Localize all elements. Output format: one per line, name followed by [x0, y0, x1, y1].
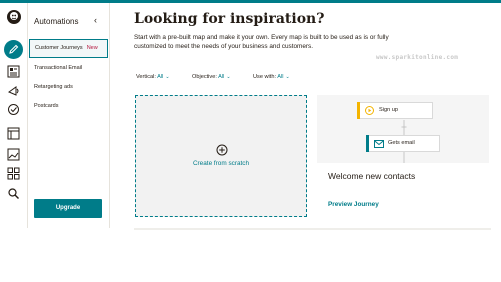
- node-label: Gets email: [388, 140, 415, 146]
- filter-label: Use with:: [253, 74, 277, 80]
- vertical-filter[interactable]: Vertical: All ⌄: [136, 74, 170, 80]
- subnav-title: Automations: [34, 17, 79, 26]
- subnav-item-transactional-email[interactable]: Transactional Email: [28, 59, 109, 78]
- campaigns-icon[interactable]: [7, 84, 20, 97]
- play-icon: [365, 106, 374, 115]
- search-icon[interactable]: [7, 187, 20, 200]
- freddie-logo-icon[interactable]: [6, 9, 22, 25]
- plus-circle-icon: [216, 144, 228, 156]
- template-card-body: Welcome new contacts Preview Journey: [317, 163, 489, 217]
- filter-value: All: [218, 74, 225, 80]
- create-from-scratch-label: Create from scratch: [192, 160, 250, 167]
- icon-rail: [0, 3, 28, 228]
- upgrade-button[interactable]: Upgrade: [34, 199, 102, 218]
- filter-label: Vertical:: [136, 74, 156, 80]
- subnav-item-label: Retargeting ads: [34, 84, 73, 90]
- page-description: Start with a pre-built map and make it y…: [134, 34, 389, 50]
- node-label: Sign up: [379, 107, 398, 113]
- content-divider: [134, 228, 491, 230]
- content-icon[interactable]: [7, 148, 20, 161]
- subnav-item-postcards[interactable]: Postcards: [28, 97, 109, 116]
- objective-filter[interactable]: Objective: All ⌄: [192, 74, 231, 80]
- journey-node-gets-email: Gets email: [366, 135, 440, 152]
- journey-preview: Sign up Gets email: [317, 95, 489, 163]
- chevron-down-icon: ⌄: [165, 74, 170, 80]
- new-badge: New: [86, 45, 98, 51]
- website-icon[interactable]: [7, 127, 20, 140]
- subnav-item-retargeting-ads[interactable]: Retargeting ads: [28, 78, 109, 97]
- create-icon[interactable]: [4, 40, 23, 59]
- node-color-bar: [366, 135, 369, 152]
- use-with-filter[interactable]: Use with: All ⌄: [253, 74, 290, 80]
- chevron-down-icon: ⌄: [226, 74, 231, 80]
- subnav-item-label: Transactional Email: [34, 65, 83, 71]
- filter-value: All: [157, 74, 164, 80]
- subnav-item-label: Customer Journeys: [35, 45, 83, 51]
- subnav-item-label: Postcards: [34, 103, 59, 109]
- envelope-icon: [374, 140, 384, 148]
- audience-icon[interactable]: [7, 65, 20, 78]
- filter-value: All: [277, 74, 284, 80]
- watermark-text: www.sparkitonline.com: [376, 54, 459, 61]
- filter-label: Objective:: [192, 74, 217, 80]
- automations-subnav: Automations ‹ Customer Journeys New Trans…: [28, 3, 110, 228]
- chevron-down-icon: ⌄: [285, 74, 290, 80]
- page-title: Looking for inspiration?: [134, 11, 325, 27]
- template-title: Welcome new contacts: [328, 171, 416, 181]
- chevron-left-icon[interactable]: ‹: [94, 15, 97, 25]
- journey-node-signup: Sign up: [357, 102, 433, 119]
- node-color-bar: [357, 102, 360, 119]
- preview-journey-link[interactable]: Preview Journey: [328, 201, 379, 208]
- subnav-item-customer-journeys[interactable]: Customer Journeys New: [29, 39, 108, 58]
- integrations-icon[interactable]: [7, 167, 20, 180]
- create-from-scratch-card[interactable]: Create from scratch: [135, 95, 307, 217]
- automations-icon[interactable]: [7, 103, 20, 116]
- welcome-template-card[interactable]: Sign up Gets email Welcome new contacts …: [317, 95, 489, 217]
